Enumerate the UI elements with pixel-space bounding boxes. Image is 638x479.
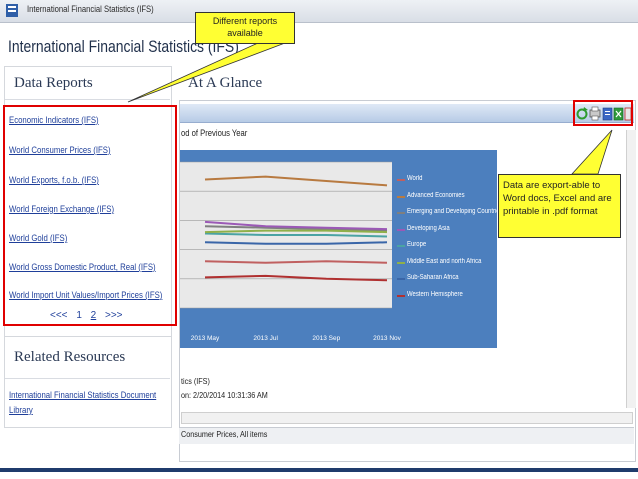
callout-pointers [127, 42, 613, 175]
callout-export-info: Data are export-able to Word docs, Excel… [498, 174, 621, 238]
callout-pointer-export [571, 129, 613, 175]
callout-pointer-reports [127, 42, 286, 103]
callout-different-reports: Different reports available [195, 12, 295, 44]
